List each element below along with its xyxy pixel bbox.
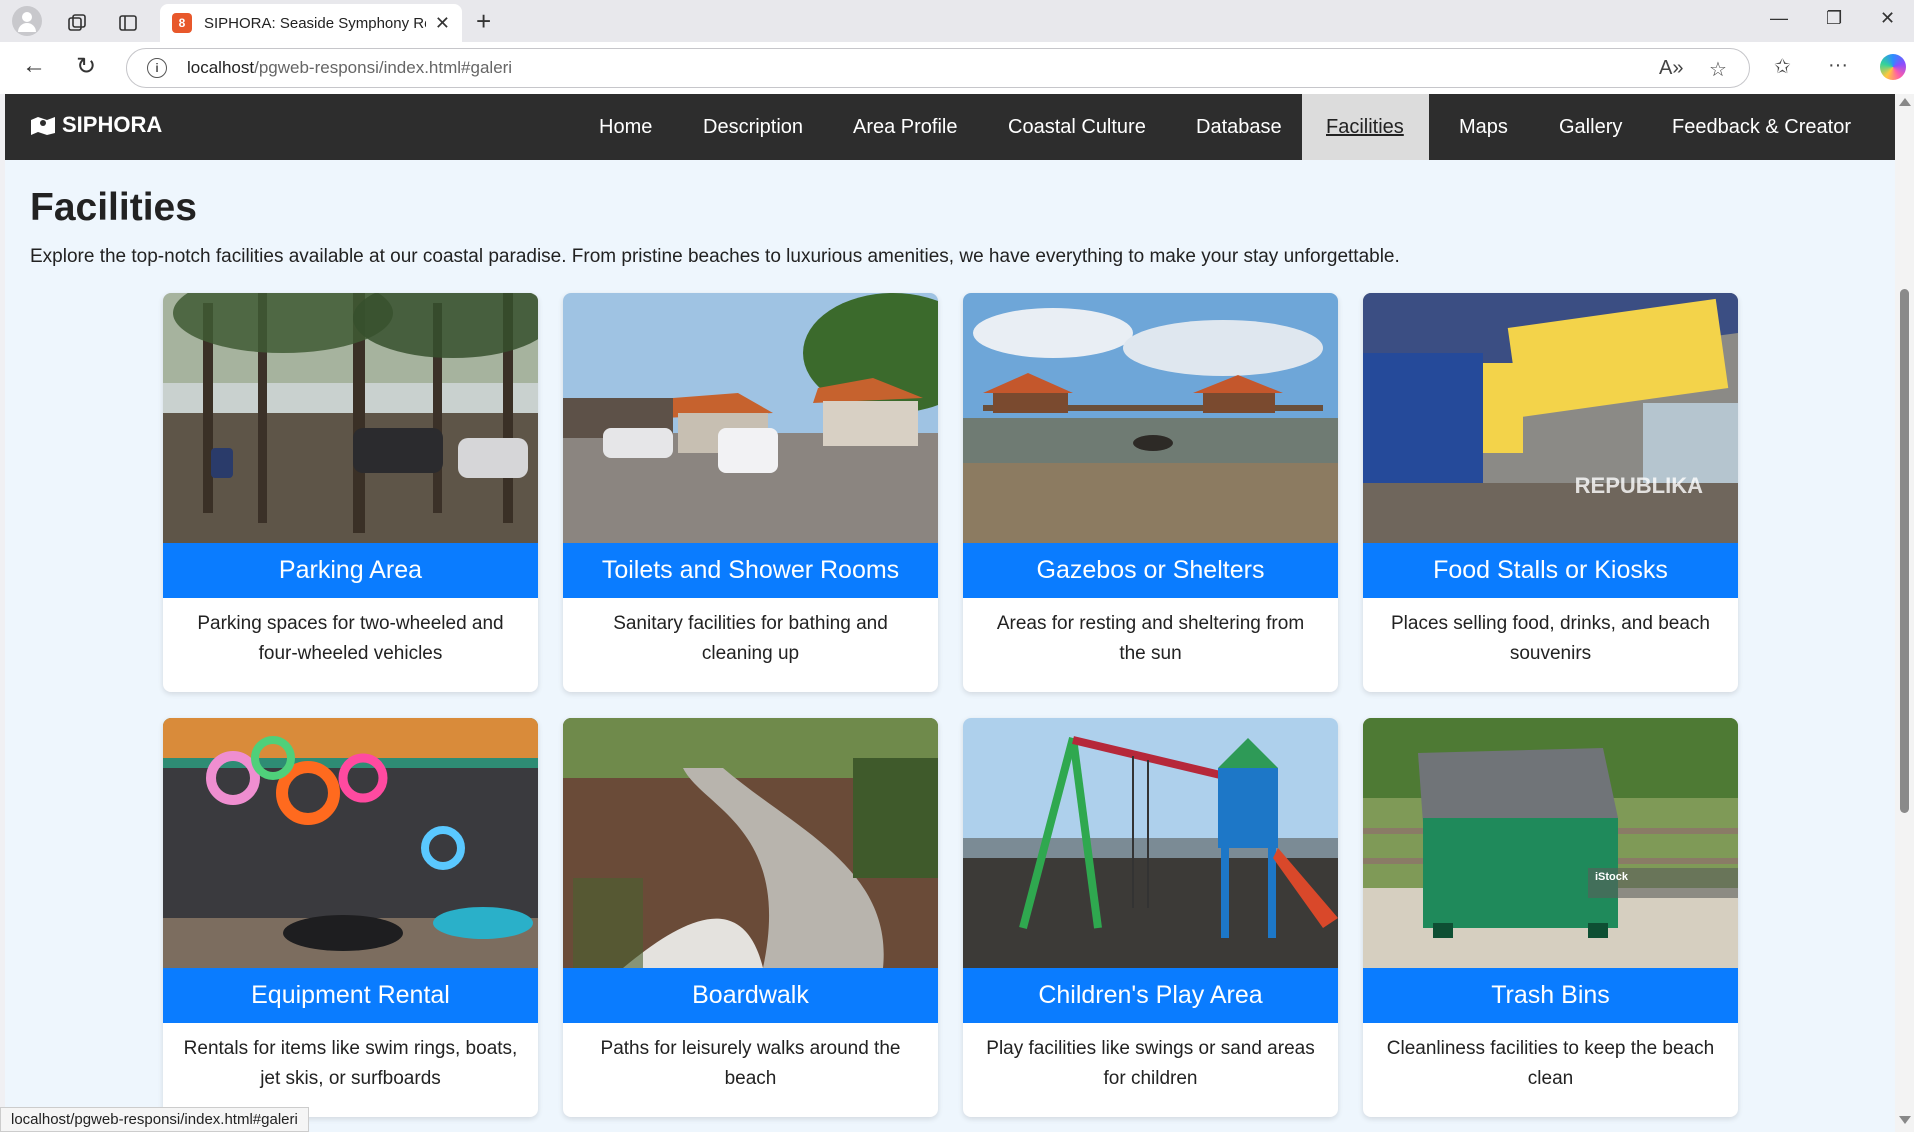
nav-area-profile[interactable]: Area Profile <box>829 94 982 160</box>
browser-toolbar: ← ↻ i localhost/pgweb-responsi/index.htm… <box>0 42 1914 94</box>
card-text: Cleanliness facilities to keep the beach… <box>1386 1038 1715 1089</box>
new-tab-icon[interactable]: + <box>476 6 491 37</box>
site-favicon-icon: 8 <box>172 13 192 33</box>
address-bar[interactable]: i localhost/pgweb-responsi/index.html#ga… <box>126 48 1750 88</box>
page-viewport: SIPHORA Home Description Area Profile Co… <box>5 94 1895 1132</box>
card-title: Trash Bins <box>1363 968 1738 1023</box>
card-title: Equipment Rental <box>163 968 538 1023</box>
restore-icon[interactable]: ❐ <box>1826 8 1842 29</box>
card-title: Gazebos or Shelters <box>963 543 1338 598</box>
playground-photo <box>963 718 1338 968</box>
favorite-star-icon[interactable]: ☆ <box>1709 57 1727 82</box>
facility-card-play-area[interactable]: Children's Play Area Play facilities lik… <box>963 718 1338 1117</box>
parking-photo <box>163 293 538 543</box>
tab-title: SIPHORA: Seaside Symphony Ren <box>204 14 426 32</box>
vertical-tabs-icon[interactable] <box>113 8 143 38</box>
scroll-down-arrow-icon[interactable] <box>1899 1116 1911 1124</box>
site-info-icon[interactable]: i <box>147 58 167 78</box>
scroll-up-arrow-icon[interactable] <box>1899 98 1911 106</box>
card-title: Parking Area <box>163 543 538 598</box>
republika-watermark: REPUBLIKA <box>1575 473 1703 498</box>
nav-description[interactable]: Description <box>679 94 827 160</box>
boardwalk-photo <box>563 718 938 968</box>
card-text: Play facilities like swings or sand area… <box>986 1038 1315 1089</box>
card-text: Areas for resting and sheltering from th… <box>996 613 1305 664</box>
card-title: Children's Play Area <box>963 968 1338 1023</box>
nav-home[interactable]: Home <box>575 94 676 160</box>
active-browser-tab[interactable]: 8 SIPHORA: Seaside Symphony Ren ✕ <box>160 4 462 42</box>
brand-name: SIPHORA <box>62 112 163 137</box>
page-description: Explore the top-notch facilities availab… <box>30 246 1400 267</box>
url-text: localhost/pgweb-responsi/index.html#gale… <box>187 58 513 77</box>
more-options-icon[interactable]: ··· <box>1828 54 1848 77</box>
browser-tab-strip: 8 SIPHORA: Seaside Symphony Ren ✕ + — ❐ … <box>0 0 1914 42</box>
facility-card-toilets[interactable]: Toilets and Shower Rooms Sanitary facili… <box>563 293 938 692</box>
workspaces-icon[interactable] <box>62 8 92 38</box>
nav-gallery[interactable]: Gallery <box>1535 94 1646 160</box>
read-aloud-icon[interactable]: A» <box>1659 57 1683 80</box>
card-text: Sanitary facilities for bathing and clea… <box>613 613 888 664</box>
link-status-bar: localhost/pgweb-responsi/index.html#gale… <box>0 1107 309 1132</box>
card-text: Places selling food, drinks, and beach s… <box>1391 613 1710 664</box>
reload-icon[interactable]: ↻ <box>76 52 96 81</box>
close-window-icon[interactable]: ✕ <box>1880 8 1895 29</box>
facility-card-food-stalls[interactable]: REPUBLIKA Food Stalls or Kiosks Places s… <box>1363 293 1738 692</box>
favorites-icon[interactable]: ✩ <box>1774 54 1791 79</box>
facility-card-trash-bins[interactable]: iStock Trash Bins Cleanliness facilities… <box>1363 718 1738 1117</box>
card-title: Toilets and Shower Rooms <box>563 543 938 598</box>
nav-facilities[interactable]: Facilities <box>1302 94 1429 160</box>
nav-coastal-culture[interactable]: Coastal Culture <box>984 94 1170 160</box>
brand-logo[interactable]: SIPHORA <box>30 112 162 138</box>
rental-photo <box>163 718 538 968</box>
site-navbar: SIPHORA Home Description Area Profile Co… <box>5 94 1895 160</box>
card-text: Parking spaces for two-wheeled and four-… <box>197 613 504 664</box>
page-title: Facilities <box>30 186 197 229</box>
close-tab-icon[interactable]: ✕ <box>435 13 450 34</box>
page-scrollbar[interactable] <box>1895 94 1914 1132</box>
back-icon[interactable]: ← <box>22 52 46 80</box>
card-text: Paths for leisurely walks around the bea… <box>600 1038 901 1089</box>
map-icon <box>31 117 55 135</box>
facility-card-parking[interactable]: Parking Area Parking spaces for two-whee… <box>163 293 538 692</box>
card-text: Rentals for items like swim rings, boats… <box>183 1038 518 1089</box>
card-title: Food Stalls or Kiosks <box>1363 543 1738 598</box>
card-title: Boardwalk <box>563 968 938 1023</box>
gazebo-photo <box>963 293 1338 543</box>
nav-maps[interactable]: Maps <box>1435 94 1532 160</box>
facility-card-equipment-rental[interactable]: Equipment Rental Rentals for items like … <box>163 718 538 1117</box>
minimize-icon[interactable]: — <box>1770 8 1788 29</box>
trash-bin-photo: iStock <box>1363 718 1738 968</box>
nav-database[interactable]: Database <box>1172 94 1306 160</box>
istock-watermark: iStock <box>1595 871 1629 883</box>
profile-avatar-icon[interactable] <box>12 6 42 36</box>
toilets-photo <box>563 293 938 543</box>
nav-feedback-creator[interactable]: Feedback & Creator <box>1648 94 1875 160</box>
facility-card-gazebos[interactable]: Gazebos or Shelters Areas for resting an… <box>963 293 1338 692</box>
facility-card-boardwalk[interactable]: Boardwalk Paths for leisurely walks arou… <box>563 718 938 1117</box>
food-stall-photo: REPUBLIKA <box>1363 293 1738 543</box>
scroll-thumb[interactable] <box>1900 289 1909 813</box>
copilot-icon[interactable] <box>1880 54 1906 80</box>
